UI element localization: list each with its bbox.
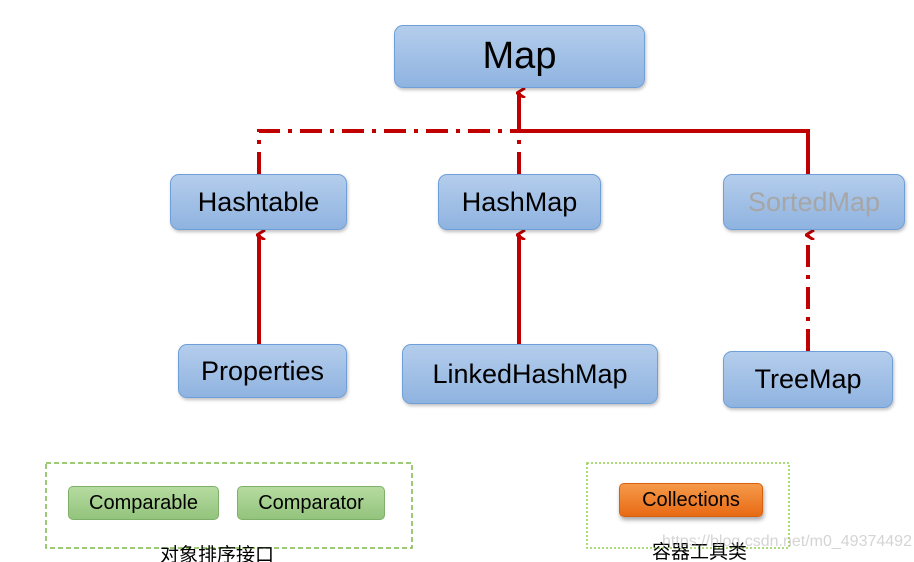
- node-treemap: TreeMap: [723, 351, 893, 408]
- node-hashtable: Hashtable: [170, 174, 347, 230]
- node-sortedmap: SortedMap: [723, 174, 905, 230]
- watermark: https://blog.csdn.net/m0_49374492: [662, 533, 912, 550]
- map-hierarchy-diagram: Map Hashtable HashMap SortedMap Properti…: [0, 0, 914, 562]
- comparable-label: Comparable: [68, 486, 219, 520]
- comparator-label: Comparator: [237, 486, 385, 520]
- node-linkedhashmap: LinkedHashMap: [402, 344, 658, 404]
- node-map: Map: [394, 25, 645, 88]
- sortedmap-to-map-line: [519, 129, 810, 174]
- node-hashmap: HashMap: [438, 174, 601, 230]
- sorting-group-caption: 对象排序接口: [160, 544, 275, 562]
- collections-label: Collections: [619, 483, 763, 517]
- node-properties: Properties: [178, 344, 347, 398]
- hashtable-to-map-dashdot: [257, 129, 519, 174]
